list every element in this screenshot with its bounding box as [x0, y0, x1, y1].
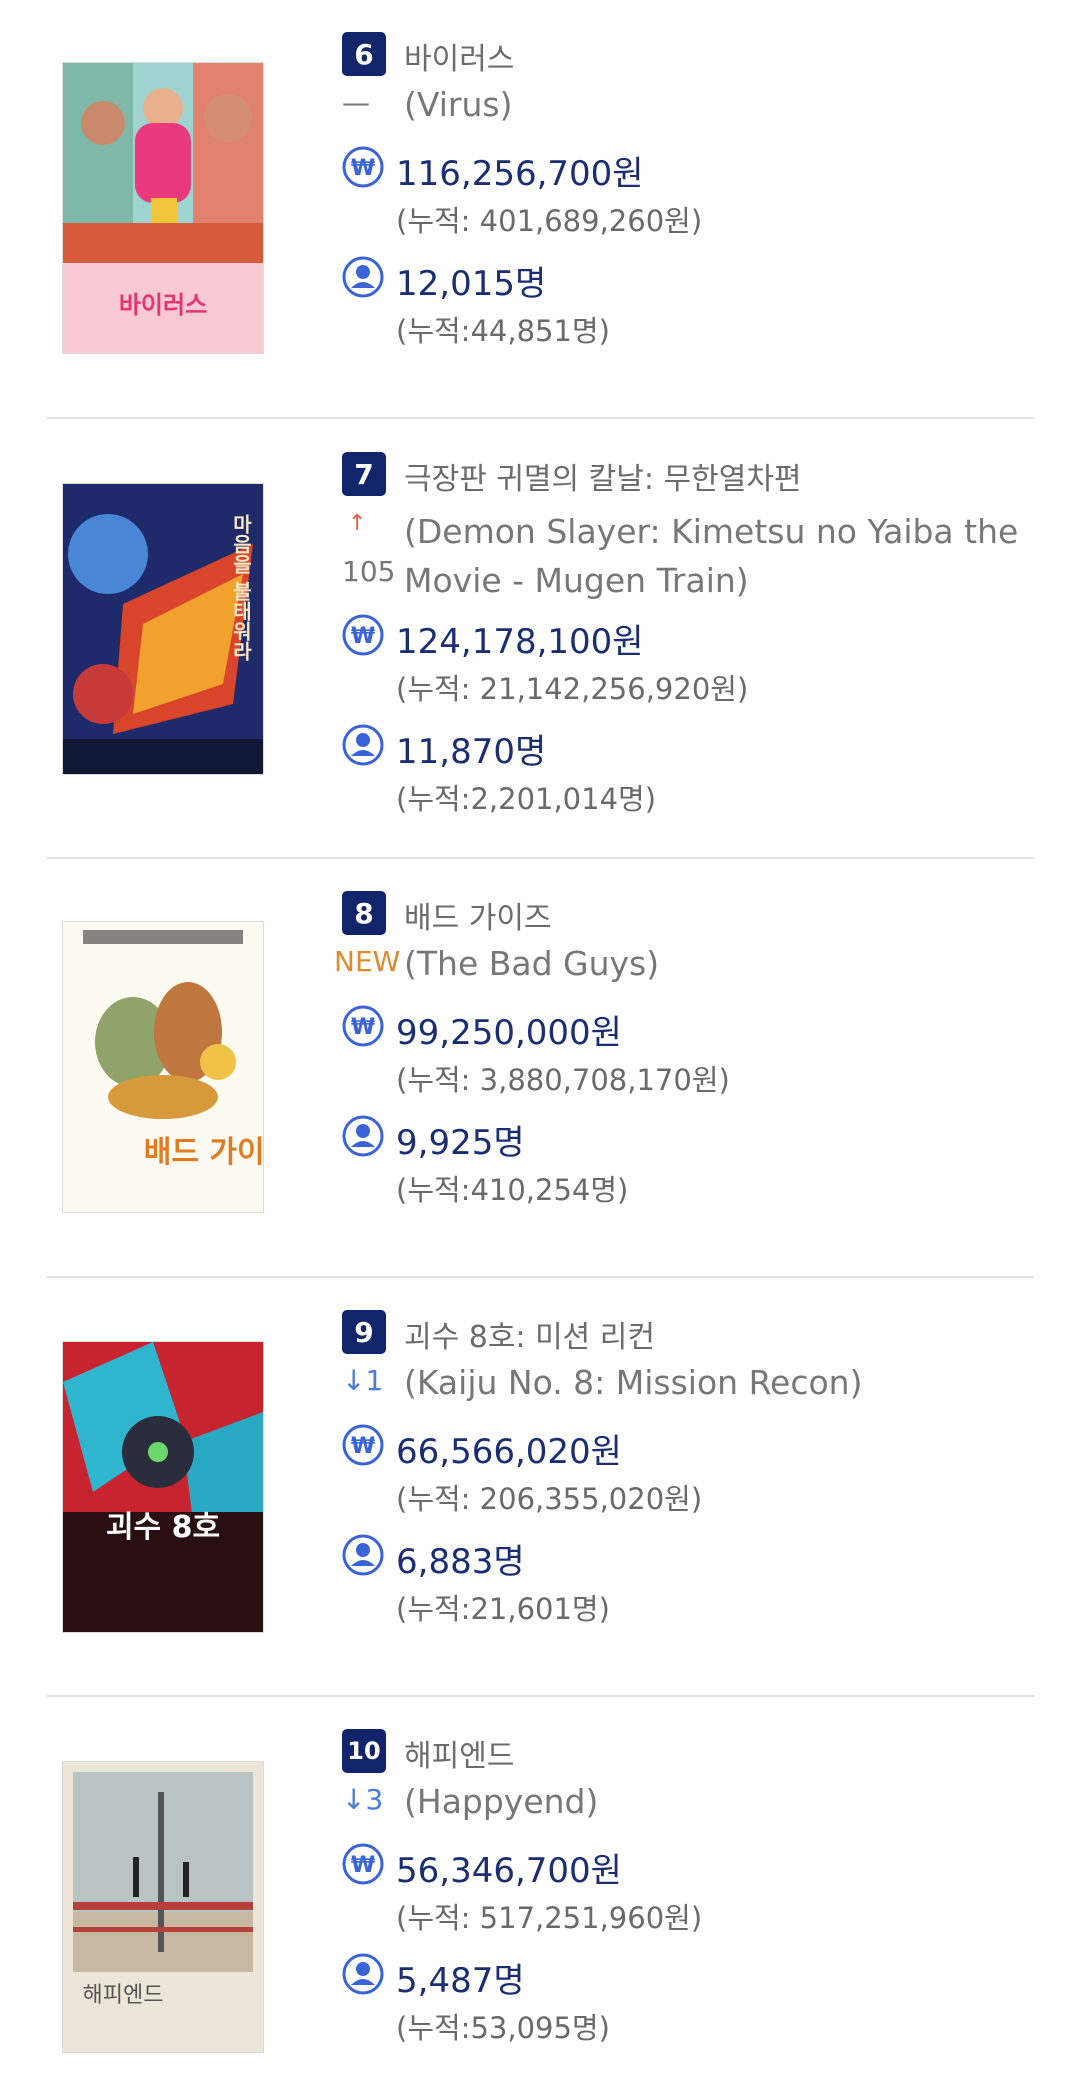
- won-icon: ₩: [342, 146, 384, 188]
- rank-badge: 8: [342, 891, 386, 935]
- daily-sales-value: 56,346,700원: [396, 1851, 622, 1891]
- movie-title-english: (Happyend): [404, 1782, 599, 1821]
- person-icon: [342, 1953, 384, 1995]
- movie-title-english: (Kaiju No. 8: Mission Recon): [404, 1363, 863, 1402]
- movie-entry-7[interactable]: 마음을 불태워라 7 극장판 귀멸의 칼날: 무한열차편 ↑ 105 (Demo…: [0, 419, 1080, 857]
- won-icon: ₩: [342, 1843, 384, 1885]
- poster-image-bad-guys[interactable]: 배드 가이즈: [63, 922, 263, 1212]
- won-icon: ₩: [342, 1005, 384, 1047]
- svg-text:₩: ₩: [351, 1853, 375, 1878]
- poster-image-kaiju-no8[interactable]: 괴수 8호: [63, 1342, 263, 1632]
- cumulative-sales: (누적: 401,689,260원): [396, 204, 703, 238]
- rank-badge: 7: [342, 452, 386, 496]
- movie-title-korean[interactable]: 괴수 8호: 미션 리컨: [404, 1312, 655, 1356]
- rank-badge: 10: [342, 1729, 386, 1773]
- rank-change: ↓1: [342, 1364, 384, 1397]
- won-icon: ₩: [342, 1424, 384, 1466]
- poster-title-text: 괴수 8호: [106, 1510, 220, 1545]
- cumulative-sales: (누적: 3,880,708,170원): [396, 1063, 730, 1097]
- rank-badge: 6: [342, 32, 386, 76]
- svg-text:₩: ₩: [351, 156, 375, 181]
- svg-text:₩: ₩: [351, 1434, 375, 1459]
- poster-title-text: 배드 가이즈: [144, 1135, 263, 1170]
- daily-sales-value: 66,566,020원: [396, 1432, 622, 1472]
- poster-image-virus[interactable]: 바이러스: [63, 63, 263, 353]
- poster-image-demon-slayer[interactable]: 마음을 불태워라: [63, 484, 263, 774]
- svg-text:₩: ₩: [351, 624, 375, 649]
- poster-title-text: 해피엔드: [83, 1983, 164, 2008]
- poster-title-text: 마음을 불태워라: [229, 514, 253, 662]
- movie-title-korean[interactable]: 극장판 귀멸의 칼날: 무한열차편: [404, 454, 802, 498]
- cumulative-audience: (누적:21,601명): [396, 1592, 610, 1626]
- movie-title-korean[interactable]: 해피엔드: [404, 1731, 514, 1775]
- cumulative-sales: (누적: 206,355,020원): [396, 1482, 703, 1516]
- movie-title-korean[interactable]: 배드 가이즈: [404, 893, 552, 937]
- movie-title-english: (Virus): [404, 85, 513, 124]
- movie-entry-8[interactable]: 배드 가이즈 8 배드 가이즈 NEW (The Bad Guys) ₩ 99,…: [0, 859, 1080, 1277]
- daily-audience-value: 6,883명: [396, 1542, 525, 1582]
- movie-title-english: (Demon Slayer: Kimetsu no Yaiba the Movi…: [404, 512, 1019, 600]
- movie-title-korean[interactable]: 바이러스: [404, 34, 514, 78]
- movie-entry-9[interactable]: 괴수 8호 9 괴수 8호: 미션 리컨 ↓1 (Kaiju No. 8: Mi…: [0, 1278, 1080, 1696]
- svg-text:₩: ₩: [351, 1015, 375, 1040]
- daily-sales-value: 99,250,000원: [396, 1013, 622, 1053]
- person-icon: [342, 256, 384, 298]
- movie-title-english: (The Bad Guys): [404, 944, 660, 983]
- daily-audience-value: 12,015명: [396, 264, 547, 304]
- person-icon: [342, 1534, 384, 1576]
- poster-title-text: 바이러스: [119, 291, 207, 319]
- daily-audience-value: 11,870명: [396, 732, 547, 772]
- daily-audience-value: 9,925명: [396, 1123, 525, 1163]
- movie-entry-6[interactable]: 바이러스 6 바이러스 — (Virus) ₩ 116,256,700원 (누적…: [0, 0, 1080, 418]
- rank-badge: 9: [342, 1310, 386, 1354]
- person-icon: [342, 724, 384, 766]
- poster-image-happyend[interactable]: 해피엔드: [63, 1762, 263, 2052]
- rank-change: —: [342, 86, 370, 119]
- daily-sales-value: 124,178,100원: [396, 622, 644, 662]
- person-icon: [342, 1115, 384, 1157]
- cumulative-audience: (누적:53,095명): [396, 2011, 610, 2045]
- rank-change: 105: [342, 555, 396, 588]
- cumulative-sales: (누적: 21,142,256,920원): [396, 672, 749, 706]
- cumulative-audience: (누적:410,254명): [396, 1173, 629, 1207]
- won-icon: ₩: [342, 614, 384, 656]
- daily-sales-value: 116,256,700원: [396, 154, 644, 194]
- rank-change-new: NEW: [334, 945, 401, 978]
- cumulative-sales: (누적: 517,251,960원): [396, 1901, 703, 1935]
- cumulative-audience: (누적:44,851명): [396, 314, 610, 348]
- daily-audience-value: 5,487명: [396, 1961, 525, 2001]
- movie-entry-10[interactable]: 해피엔드 10 해피엔드 ↓3 (Happyend) ₩ 56,346,700원…: [0, 1697, 1080, 2095]
- rank-up-arrow-icon: ↑: [348, 511, 367, 536]
- cumulative-audience: (누적:2,201,014명): [396, 782, 657, 816]
- rank-change: ↓3: [342, 1783, 384, 1816]
